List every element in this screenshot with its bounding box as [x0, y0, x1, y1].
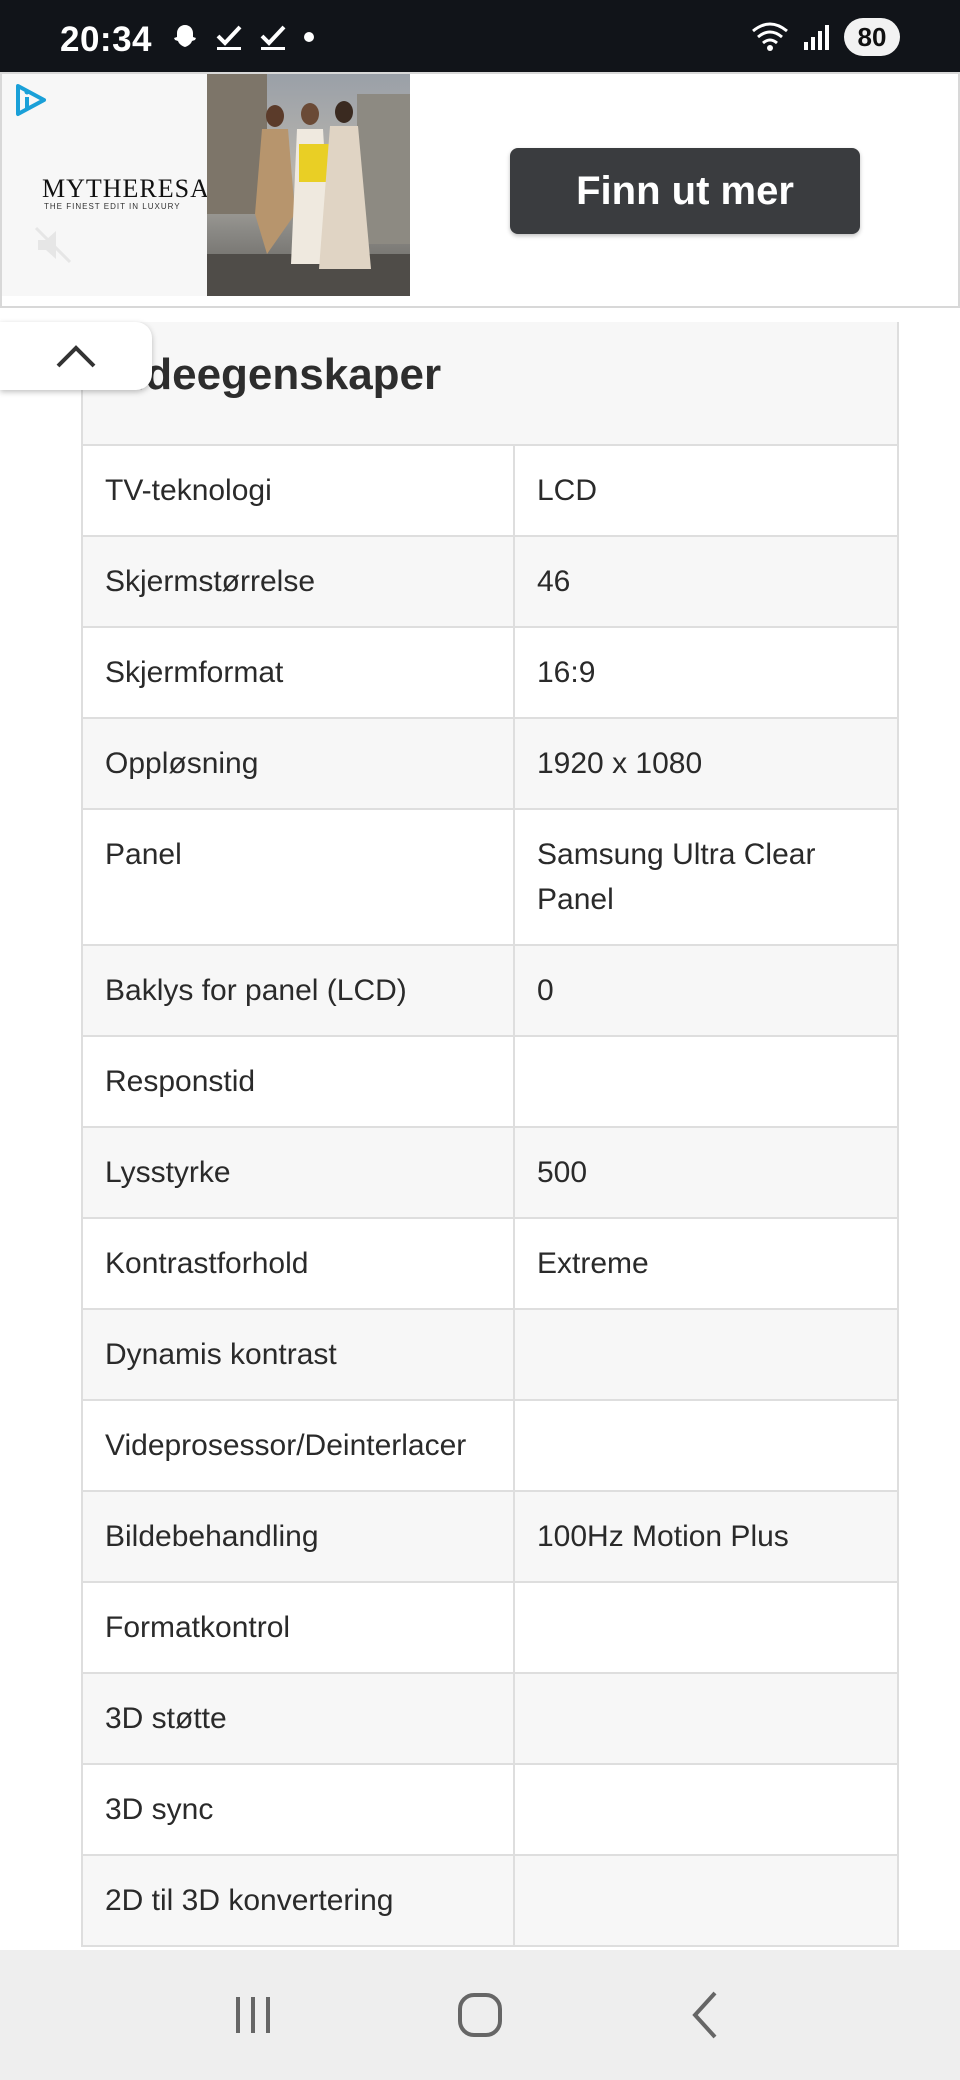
row-label: Skjermformat — [83, 628, 515, 717]
snapchat-icon — [174, 25, 196, 47]
table-row: 2D til 3D konvertering — [83, 1856, 897, 1947]
table-row: Skjermformat 16:9 — [83, 628, 897, 719]
row-value — [515, 1401, 897, 1490]
system-status: 80 — [750, 18, 900, 56]
row-label: Bildebehandling — [83, 1492, 515, 1581]
ad-product-image[interactable] — [207, 74, 410, 296]
row-value: 16:9 — [537, 656, 596, 689]
row-label: 3D sync — [83, 1765, 515, 1854]
table-row: TV-teknologi LCD — [83, 446, 897, 537]
row-label: Baklys for panel (LCD) — [83, 946, 515, 1035]
recent-apps-icon[interactable] — [223, 1985, 283, 2045]
row-value: 100Hz Motion Plus — [537, 1520, 789, 1553]
signal-icon — [804, 25, 829, 50]
row-value — [515, 1856, 897, 1945]
row-label: Panel — [83, 810, 515, 944]
table-row: Bildebehandling 100Hz Motion Plus — [83, 1492, 897, 1583]
wifi-icon — [752, 22, 788, 51]
row-label: 3D støtte — [83, 1674, 515, 1763]
row-value: 0 — [537, 974, 554, 1007]
table-row: Baklys for panel (LCD) 0 — [83, 946, 897, 1037]
row-value — [515, 1583, 897, 1672]
table-row: Kontrastforhold Extreme — [83, 1219, 897, 1310]
table-row: Panel Samsung Ultra Clear Panel — [83, 810, 897, 946]
row-label: Kontrastforhold — [83, 1219, 515, 1308]
table-row: Oppløsning 1920 x 1080 — [83, 719, 897, 810]
spec-rows: TV-teknologi LCD Skjermstørrelse 46 Skjermfo… — [83, 446, 897, 1947]
section-header: ldeegenskaper — [83, 322, 897, 446]
section-title: ldeegenskaper — [133, 350, 442, 399]
status-time: 20:34 — [60, 20, 153, 59]
back-icon[interactable] — [677, 1985, 737, 2045]
row-label: 2D til 3D konvertering — [83, 1856, 515, 1945]
row-label: TV-teknologi — [83, 446, 515, 535]
row-label: Lysstyrke — [83, 1128, 515, 1217]
row-value: 46 — [537, 565, 571, 598]
chevron-up-icon — [56, 345, 96, 368]
spec-table: ldeegenskaper TV-teknologi LCD Skjermstørr… — [81, 322, 899, 1947]
table-row: 3D støtte — [83, 1674, 897, 1765]
check-icon — [260, 25, 286, 50]
table-row: Skjermstørrelse 46 — [83, 537, 897, 628]
row-value: 1920 x 1080 — [537, 747, 703, 780]
dot-icon — [304, 32, 314, 42]
ad-brand-logo: MYTHERESA — [42, 174, 210, 203]
row-label: Videprosessor/Deinterlacer — [83, 1401, 515, 1490]
row-label: Responstid — [83, 1037, 515, 1126]
mute-icon[interactable] — [30, 222, 76, 268]
ad-tagline: THE FINEST EDIT IN LUXURY — [44, 202, 181, 211]
adchoices-icon[interactable] — [10, 80, 50, 120]
table-row: Lysstyrke 500 — [83, 1128, 897, 1219]
row-value — [515, 1674, 897, 1763]
table-row: Dynamis kontrast — [83, 1310, 897, 1401]
ad-banner[interactable]: MYTHERESA THE FINEST EDIT IN LUXURY Finn… — [0, 72, 960, 308]
table-row: 3D sync — [83, 1765, 897, 1856]
table-row: Responstid — [83, 1037, 897, 1128]
ad-cta-button[interactable]: Finn ut mer — [510, 148, 860, 234]
home-icon[interactable] — [450, 1985, 510, 2045]
collapse-ad-button[interactable] — [0, 322, 152, 390]
row-value — [515, 1037, 897, 1126]
row-value — [515, 1310, 897, 1399]
table-row: Formatkontrol — [83, 1583, 897, 1674]
row-label: Formatkontrol — [83, 1583, 515, 1672]
row-value: 500 — [537, 1156, 588, 1189]
ad-photo — [207, 74, 410, 296]
system-nav-bar — [0, 1950, 960, 2080]
row-value — [515, 1765, 897, 1854]
status-bar: 20:34 80 — [0, 0, 960, 72]
battery-indicator: 80 — [844, 18, 900, 56]
row-value: Extreme — [537, 1247, 649, 1280]
row-label: Skjermstørrelse — [83, 537, 515, 626]
row-label: Dynamis kontrast — [83, 1310, 515, 1399]
row-value: Samsung Ultra Clear Panel — [537, 838, 816, 916]
row-value: LCD — [537, 474, 598, 507]
check-icon — [216, 25, 242, 50]
row-label: Oppløsning — [83, 719, 515, 808]
table-row: Videprosessor/Deinterlacer — [83, 1401, 897, 1492]
notification-icons — [170, 22, 316, 52]
